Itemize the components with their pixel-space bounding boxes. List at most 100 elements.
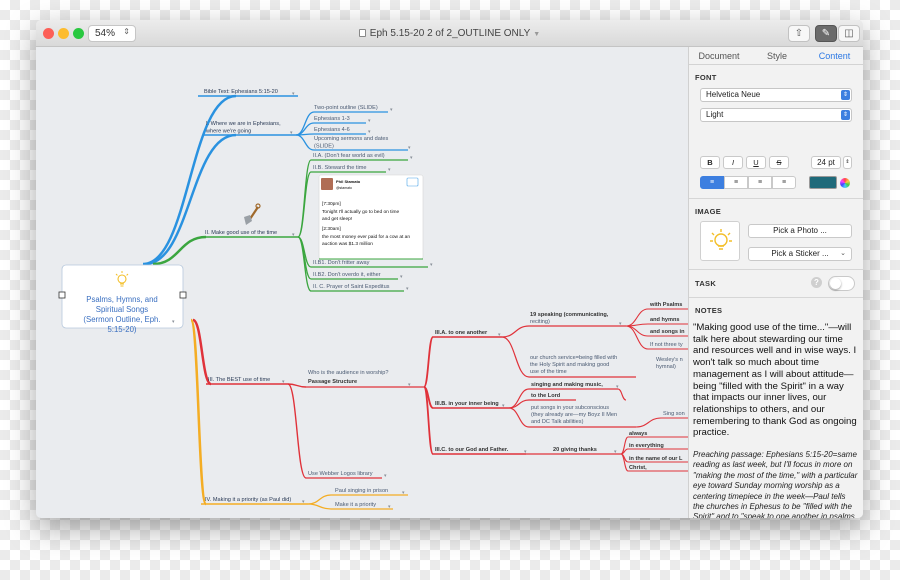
font-size-field[interactable]: 24 pt [811, 156, 841, 169]
share-icon: ⇧ [794, 28, 804, 39]
underline-button[interactable]: U [746, 156, 766, 169]
brush-button[interactable]: ✎ [815, 25, 837, 42]
resize-handle[interactable] [179, 291, 187, 299]
node-label: Two-point outline (SLIDE) [314, 105, 378, 111]
node-label: reciting) [530, 319, 550, 325]
node-label: Who is the audience in worship? [308, 370, 389, 376]
pick-sticker-label: Pick a Sticker ... [771, 249, 829, 258]
node-label: put songs in your subconscious [531, 405, 609, 411]
italic-button[interactable]: I [723, 156, 743, 169]
inspector-tabs: Document Style Content [689, 47, 863, 65]
collapse-icon[interactable]: ▾ [390, 107, 393, 113]
node-label: to the Lord [531, 393, 561, 399]
shovel-icon [244, 203, 261, 225]
chevron-down-icon: ⌄ [840, 250, 846, 257]
document-title-area[interactable]: Eph 5.15-20 2 of 2_OUTLINE ONLY ▼ [36, 28, 863, 39]
justify-icon: ≡ [781, 179, 787, 186]
tweet-text: [2:30am] [322, 226, 341, 232]
child-edge [620, 448, 629, 455]
strikethrough-button[interactable]: S [769, 156, 789, 169]
image-well[interactable] [700, 221, 740, 261]
tweet-text-line: auction was $1.3 million [322, 241, 373, 247]
chevron-down-icon: ▼ [533, 31, 541, 38]
tab-style[interactable]: Style [749, 47, 805, 65]
node-label: II.A. (Don't fear world as evil) [313, 153, 385, 159]
notes-editor[interactable]: "Making good use of the time..."—will ta… [693, 322, 858, 518]
collapse-icon[interactable]: ▾ [410, 155, 413, 161]
help-button[interactable]: ? [811, 277, 822, 288]
tab-document[interactable]: Document [689, 47, 749, 65]
node-label: Wesley's n [656, 357, 683, 363]
align-left-button[interactable]: ≡ [700, 176, 724, 189]
bold-button[interactable]: B [700, 156, 720, 169]
font-family-select[interactable]: Helvetica Neue ⇕ [700, 88, 852, 102]
central-topic-label: Psalms, Hymns, and [86, 295, 158, 304]
node-label: III. The BEST use of time [208, 377, 270, 383]
avatar [321, 178, 333, 190]
node-label: Bible Text: Ephesians 5:15-20 [204, 89, 278, 95]
central-topic-label: (Sermon Outline, Eph. [83, 315, 160, 324]
sidebar-toggle-button[interactable]: ◫ [838, 25, 860, 42]
central-topic[interactable]: Psalms, Hymns, andSpiritual Songs(Sermon… [58, 264, 187, 334]
align-left-icon: ≡ [709, 179, 715, 186]
justify-button[interactable]: ≡ [772, 176, 796, 189]
share-button[interactable]: ⇧ [788, 25, 810, 42]
font-weight-select[interactable]: Light ⇕ [700, 108, 852, 122]
collapse-icon[interactable]: ▾ [400, 274, 403, 280]
text-color-swatch[interactable] [809, 176, 837, 189]
resize-handle[interactable] [58, 291, 66, 299]
font-size-stepper[interactable]: ⇕ [843, 156, 852, 169]
node-label: Use Webber Logos library [308, 471, 373, 477]
central-topic-label: 5:15-20) [107, 325, 136, 334]
node-label: and DC Talk abilities) [531, 419, 584, 425]
child-edge [297, 236, 312, 292]
collapse-icon[interactable]: ▾ [388, 167, 391, 173]
child-edge [617, 388, 627, 401]
branch-edge [144, 133, 237, 266]
collapse-icon[interactable]: ▾ [408, 145, 411, 151]
image-header: IMAGE [695, 207, 722, 216]
font-family-value: Helvetica Neue [706, 90, 761, 99]
sidebar-icon: ◫ [844, 28, 854, 39]
node-label: Sing son [663, 411, 685, 417]
node-label: the Holy Spirit and making good [530, 362, 609, 368]
collapse-icon[interactable]: ▾ [406, 286, 409, 292]
pick-sticker-button[interactable]: Pick a Sticker ... ⌄ [748, 247, 852, 261]
node-label: II.B. Steward the time [313, 165, 366, 171]
node-label: in the name of our L [629, 456, 683, 462]
collapse-icon[interactable]: ▾ [368, 129, 371, 135]
child-edge [307, 503, 332, 510]
node-label: always [629, 431, 647, 437]
tweet-text: Phil Stamato [336, 179, 361, 184]
color-wheel-icon[interactable] [840, 178, 850, 188]
tab-content[interactable]: Content [805, 47, 863, 65]
collapse-icon[interactable]: ▾ [384, 473, 387, 479]
child-edge [620, 453, 629, 472]
follow-icon[interactable] [406, 177, 419, 187]
tweet-text: [7:30pm] [322, 201, 341, 207]
mind-map-canvas[interactable]: Bible Text: Ephesians 5:15-20 ▾ I. Where w… [36, 47, 688, 518]
node-label: Ephesians 1-3 [314, 116, 350, 122]
node-label: and hymns [650, 317, 680, 323]
collapse-icon[interactable]: ▾ [368, 118, 371, 124]
inspector-panel: Document Style Content FONT Helvetica Ne… [688, 47, 863, 518]
lightbulb-icon [710, 229, 732, 250]
child-edge [307, 494, 332, 505]
pick-photo-button[interactable]: Pick a Photo ... [748, 224, 852, 238]
node-label: II. Make good use of the time [205, 230, 277, 236]
tweet-text: @stamato [336, 186, 352, 190]
updown-chevron-icon: ⇕ [841, 110, 850, 120]
align-right-button[interactable]: ≡ [748, 176, 772, 189]
notes-header: NOTES [695, 306, 723, 315]
align-center-button[interactable]: ≡ [724, 176, 748, 189]
tweet-text-line: the most money ever paid for a cow at an [322, 234, 410, 240]
document-title: Eph 5.15-20 2 of 2_OUTLINE ONLY [369, 28, 531, 39]
title-bar: 54% ⇕ Eph 5.15-20 2 of 2_OUTLINE ONLY ▼ ⇧ … [36, 20, 863, 47]
task-toggle[interactable] [828, 276, 855, 291]
collapse-icon[interactable]: ▾ [430, 262, 433, 268]
tweet-card[interactable]: Phil Stamato @stamato [7:30pm] Tonight I'll… [318, 174, 424, 260]
child-edge [625, 308, 649, 327]
node-label: II.B1. Don't fritter away [313, 260, 370, 266]
child-edge [297, 171, 312, 238]
child-edge [501, 336, 530, 378]
